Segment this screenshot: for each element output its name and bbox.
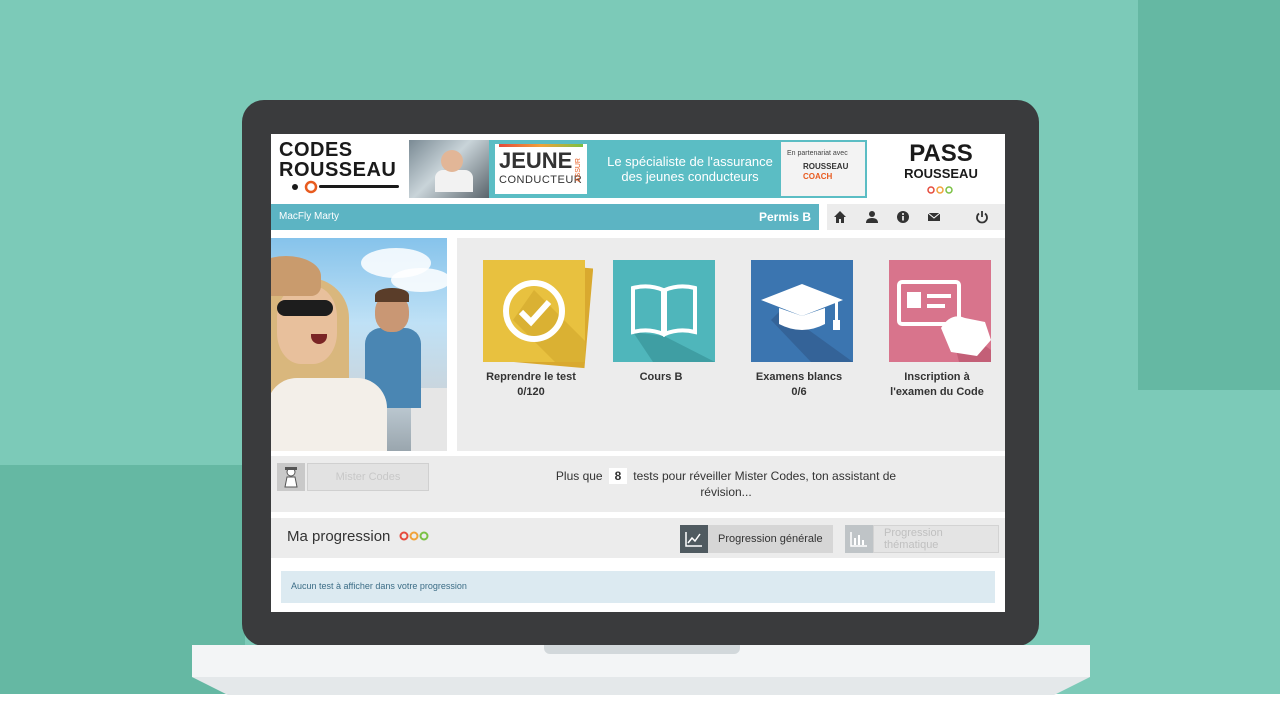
codes-rousseau-logo[interactable]: CODES ROUSSEAU — [279, 140, 399, 198]
logo-swoosh-icon — [292, 180, 399, 194]
logo-pass-line2: ROUSSEAU — [904, 166, 978, 181]
mister-codes-avatar-icon — [277, 463, 305, 491]
logo-pass-line1: PASS — [909, 140, 973, 167]
app-screen: CODES ROUSSEAU JEUNE CONDUCTEUR ASSUR Le… — [271, 134, 1005, 612]
action-tiles: Reprendre le test 0/120 Cours B Examens … — [457, 238, 1005, 451]
progression-generale-button[interactable]: Progression générale — [680, 525, 833, 553]
ad-banner[interactable]: JEUNE CONDUCTEUR ASSUR Le spécialiste de… — [409, 140, 867, 198]
partner-box: En partenariat avec ROUSSEAU COACH — [781, 142, 865, 196]
logo-codes-line2: ROUSSEAU — [279, 159, 397, 181]
mister-msg-after: tests pour réveiller Mister Codes, ton a… — [633, 469, 897, 499]
banner-tagline: Le spécialiste de l'assurance des jeunes… — [607, 154, 773, 184]
partner-caption: En partenariat avec — [787, 150, 848, 157]
mail-icon[interactable] — [925, 208, 943, 226]
progression-rings-icon — [399, 531, 429, 541]
progression-thematique-label: Progression thématique — [873, 525, 999, 553]
assur-label: ASSUR — [575, 158, 582, 183]
tile-inscription-bg — [889, 260, 991, 362]
tile-inscription-sub: l'examen du Code — [890, 386, 984, 398]
mister-codes-row: Mister Codes Plus que 8 tests pour révei… — [271, 456, 1005, 512]
tile-reprendre-count: 0/120 — [517, 386, 545, 398]
tile-cours-bg — [613, 260, 715, 362]
conducteur-label: CONDUCTEUR — [499, 174, 583, 186]
checkmark-icon — [483, 259, 594, 369]
background-panel-right — [1138, 0, 1280, 390]
tile-examens-label: Examens blancs — [755, 371, 843, 383]
user-bar: MacFly Marty Permis B — [271, 204, 819, 230]
bar-chart-icon — [845, 525, 873, 553]
progression-thematique-button[interactable]: Progression thématique — [845, 525, 999, 553]
laptop-base-front — [192, 677, 1090, 695]
home-icon[interactable] — [831, 208, 849, 226]
permis-label: Permis B — [758, 210, 811, 224]
tile-cours-label: Cours B — [639, 371, 683, 383]
power-icon[interactable] — [973, 208, 991, 226]
graduation-cap-icon — [751, 260, 853, 362]
tile-reprendre-bg — [483, 259, 594, 369]
mister-codes-button[interactable]: Mister Codes — [307, 463, 429, 491]
mister-codes-message: Plus que 8 tests pour réveiller Mister C… — [541, 468, 911, 500]
partner-name: ROUSSEAU — [803, 162, 849, 171]
banner-photo — [409, 140, 489, 198]
tile-examens-count: 0/6 — [791, 386, 807, 398]
hero-photo — [271, 238, 447, 451]
progression-empty-message: Aucun test à afficher dans votre progres… — [291, 581, 467, 591]
logo-rings-icon — [927, 186, 953, 194]
tile-examens-bg — [751, 260, 853, 362]
book-icon — [613, 260, 715, 362]
jeune-conducteur-logo: JEUNE CONDUCTEUR ASSUR — [495, 144, 587, 194]
line-chart-icon — [680, 525, 708, 553]
tile-reprendre-label: Reprendre le test — [486, 371, 576, 383]
laptop-notch — [544, 645, 740, 654]
progression-header: Ma progression Progression générale Prog… — [271, 518, 1005, 558]
pass-rousseau-logo[interactable]: PASS ROUSSEAU — [899, 142, 983, 198]
progression-empty-state: Aucun test à afficher dans votre progres… — [281, 571, 995, 603]
user-icon[interactable] — [863, 208, 881, 226]
tile-inscription-label: Inscription à — [904, 371, 970, 383]
user-name[interactable]: MacFly Marty — [279, 211, 339, 222]
logo-codes-line1: CODES — [279, 139, 353, 161]
tests-remaining-badge: 8 — [608, 468, 627, 484]
info-icon[interactable] — [894, 208, 912, 226]
background-floor — [0, 694, 1280, 720]
partner-coach: COACH — [803, 172, 833, 181]
nav-icons — [827, 204, 1005, 230]
progression-title: Ma progression — [287, 528, 391, 545]
id-card-icon — [889, 260, 991, 362]
jeune-label: JEUNE — [499, 148, 573, 173]
mister-msg-before: Plus que — [555, 469, 603, 483]
progression-generale-label: Progression générale — [708, 525, 833, 553]
